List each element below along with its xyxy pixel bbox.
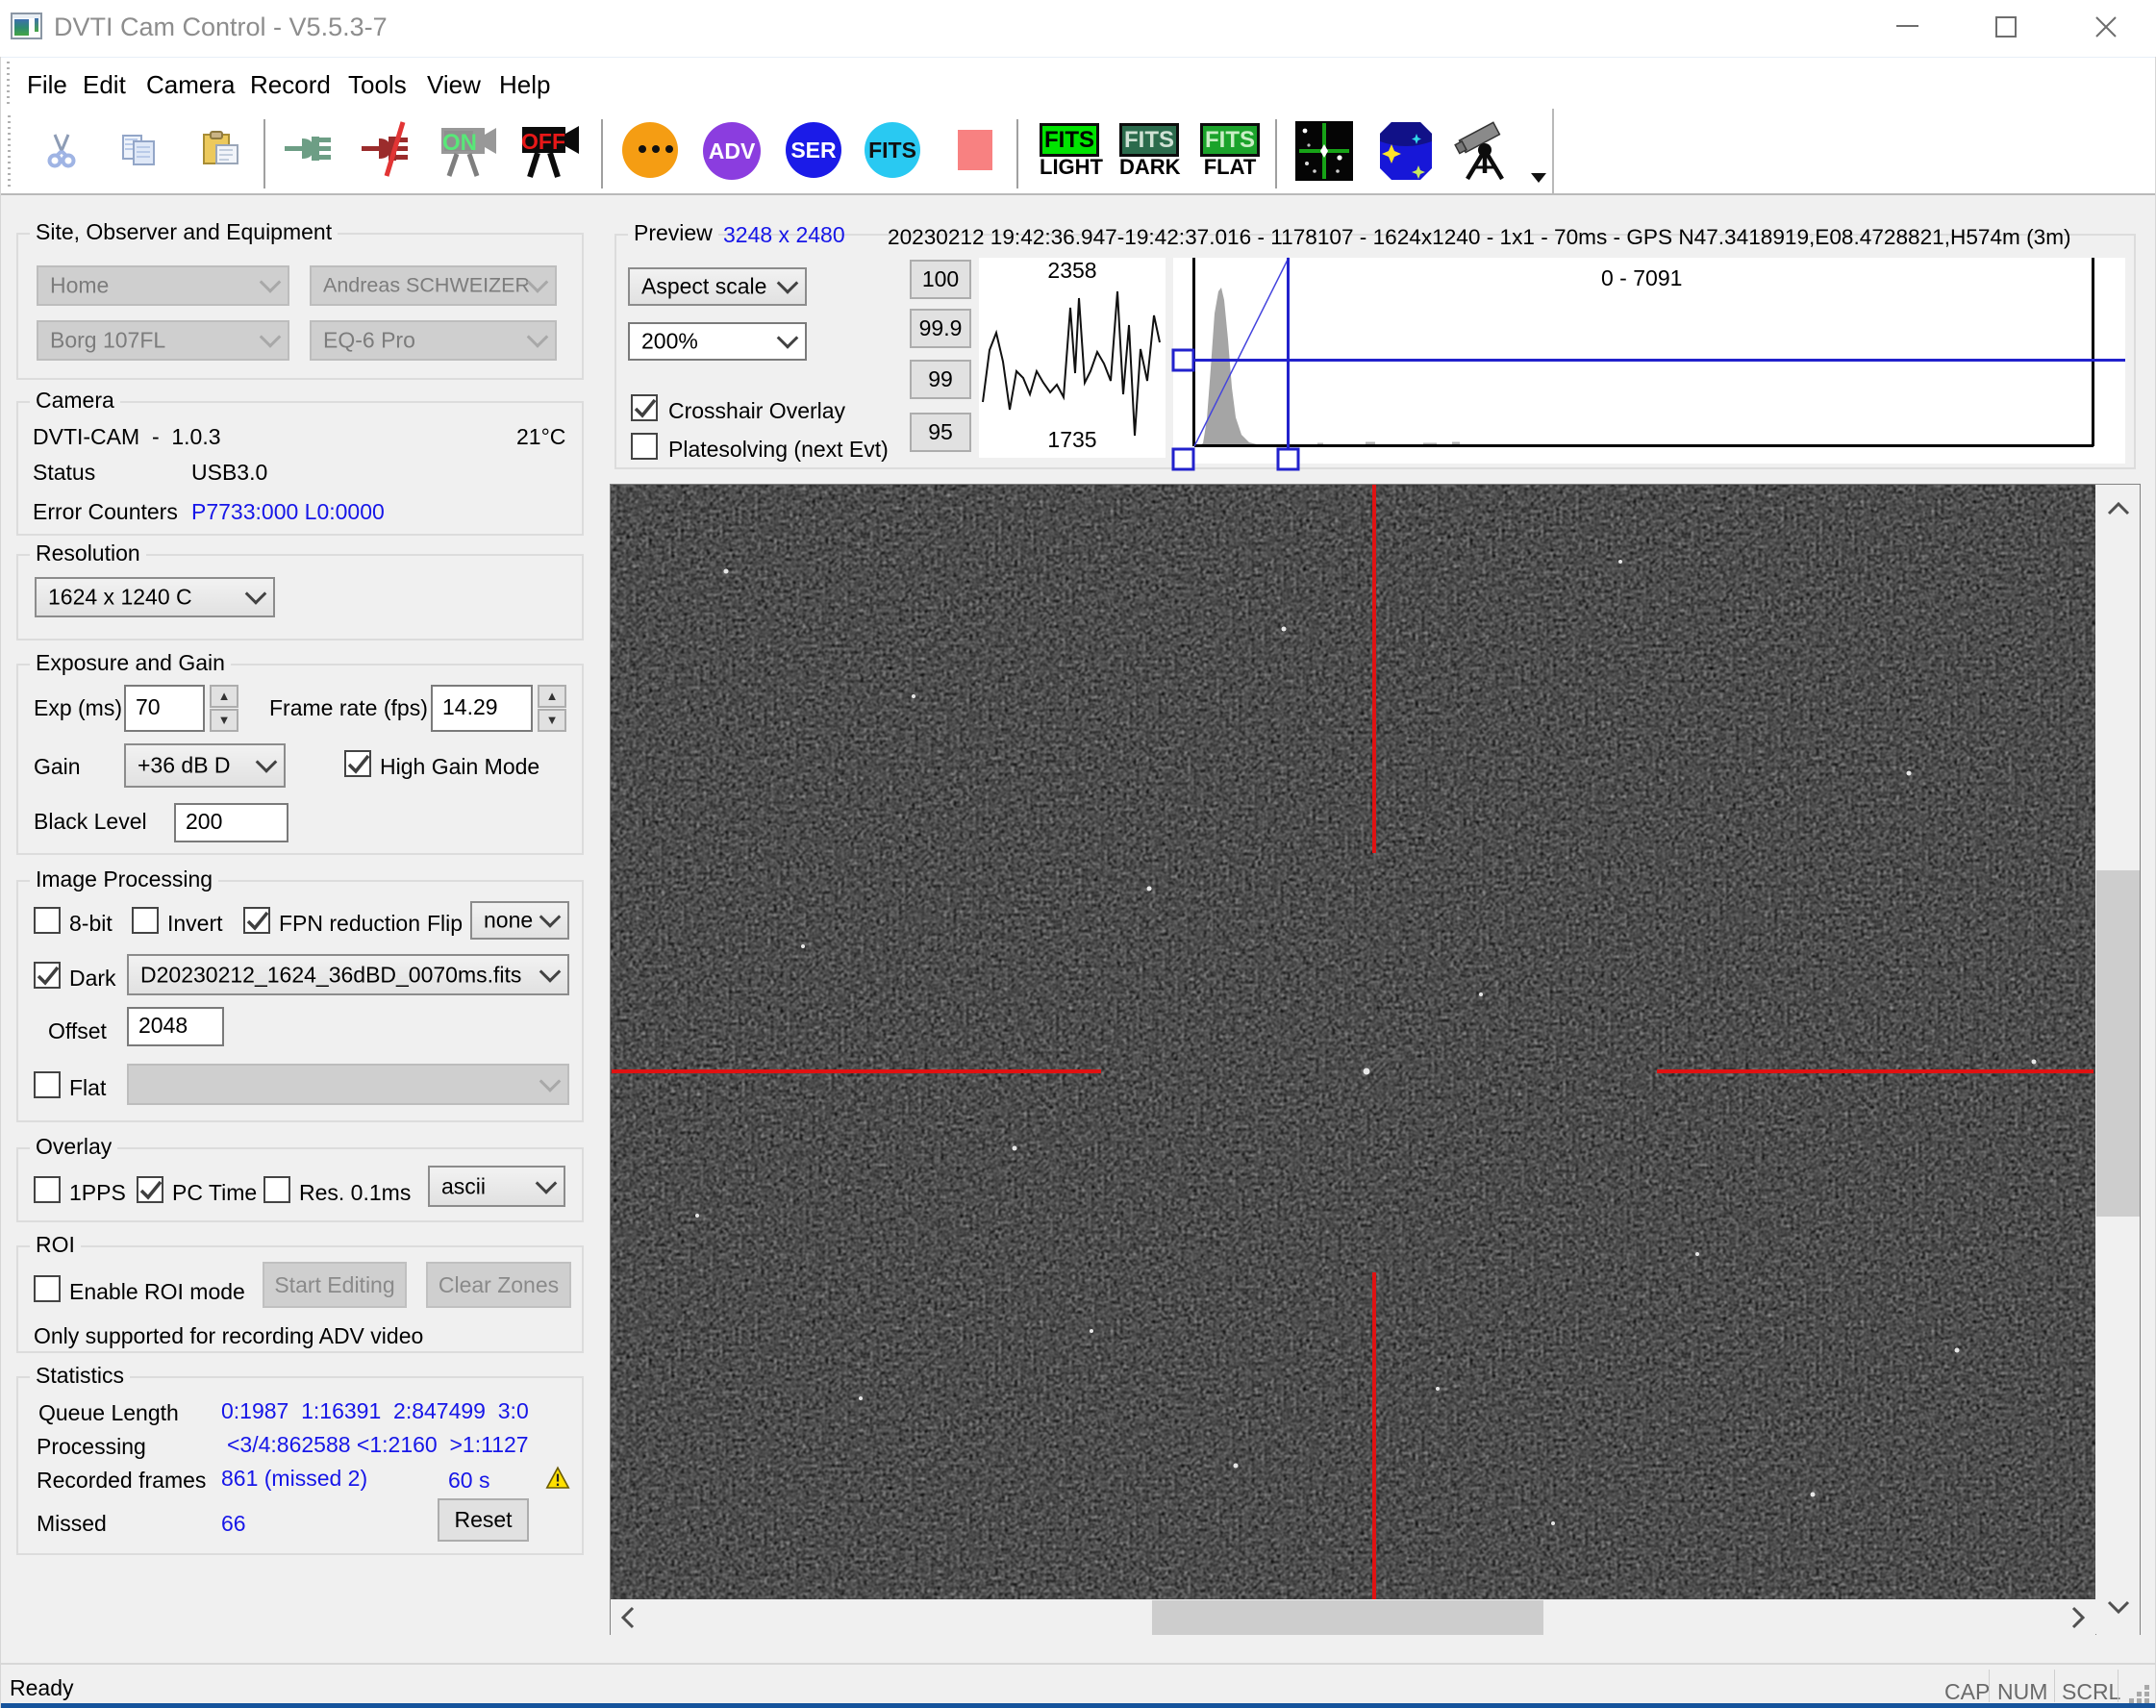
svg-text:ON: ON — [442, 130, 477, 156]
svg-text:OFF: OFF — [521, 129, 565, 154]
